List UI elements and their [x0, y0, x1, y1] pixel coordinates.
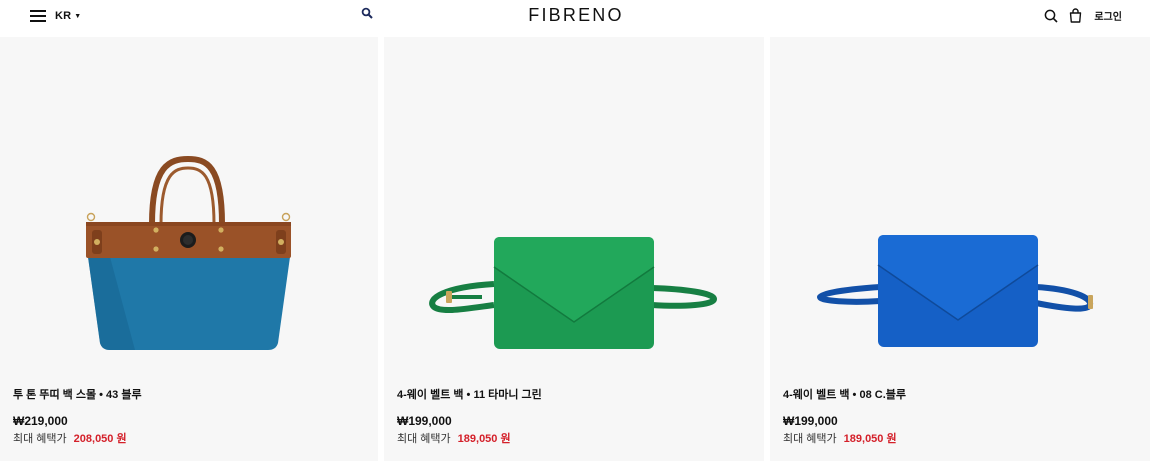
bag-icon[interactable]	[1068, 8, 1082, 23]
product-price: ₩219,000	[13, 414, 68, 428]
benefit-label: 최대 혜택가	[397, 433, 451, 445]
search-icon[interactable]	[1044, 8, 1058, 23]
product-image[interactable]	[770, 37, 1150, 377]
login-link[interactable]: 로그인	[1094, 8, 1122, 23]
benefit-price-row: 최대 혜택가 189,050 원	[783, 430, 897, 446]
product-image[interactable]	[384, 37, 764, 377]
product-title[interactable]: 투 톤 뚜띠 백 스몰 • 43 블루	[13, 386, 142, 402]
benefit-label: 최대 혜택가	[783, 433, 837, 445]
site-header: KR ▼ FIBRENO 로그인	[0, 0, 1158, 37]
benefit-price-row: 최대 혜택가 208,050 원	[13, 430, 127, 446]
brand-logo[interactable]: FIBRENO	[0, 5, 1158, 26]
product-title[interactable]: 4-웨이 벨트 백 • 08 C.블루	[783, 386, 906, 402]
product-grid: 투 톤 뚜띠 백 스몰 • 43 블루 ₩219,000 최대 혜택가 208,…	[0, 37, 1158, 461]
product-card[interactable]: 4-웨이 벨트 백 • 11 타마니 그린 ₩199,000 최대 혜택가 18…	[384, 37, 764, 461]
benefit-price: 189,050 원	[843, 433, 897, 445]
product-card[interactable]: 투 톤 뚜띠 백 스몰 • 43 블루 ₩219,000 최대 혜택가 208,…	[0, 37, 378, 461]
benefit-price: 208,050 원	[73, 433, 127, 445]
product-image[interactable]	[0, 37, 378, 377]
benefit-price-row: 최대 혜택가 189,050 원	[397, 430, 511, 446]
product-price: ₩199,000	[783, 414, 838, 428]
product-card[interactable]: 4-웨이 벨트 백 • 08 C.블루 ₩199,000 최대 혜택가 189,…	[770, 37, 1150, 461]
product-title[interactable]: 4-웨이 벨트 백 • 11 타마니 그린	[397, 386, 542, 402]
benefit-label: 최대 혜택가	[13, 433, 67, 445]
benefit-price: 189,050 원	[457, 433, 511, 445]
product-price: ₩199,000	[397, 414, 452, 428]
